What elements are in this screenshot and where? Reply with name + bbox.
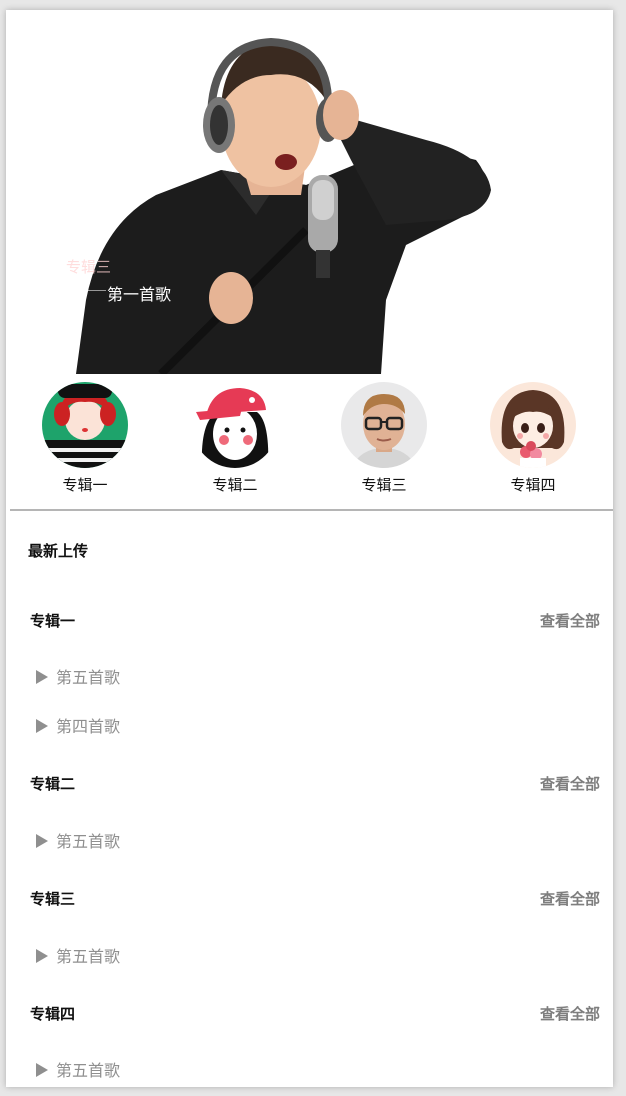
section-divider: [10, 509, 613, 511]
play-icon: [36, 1063, 48, 1077]
cartoon-girl-red-cap-avatar: [192, 382, 278, 468]
album-section-header: 专辑二 查看全部: [6, 773, 613, 803]
album-name: 专辑二: [212, 476, 258, 494]
view-all-link[interactable]: 查看全部: [540, 888, 600, 909]
album-section-header: 专辑一 查看全部: [6, 610, 613, 640]
play-icon: [36, 834, 48, 848]
song-item[interactable]: 第五首歌: [36, 943, 120, 967]
man-with-glasses-avatar: [341, 382, 427, 468]
section-title: 专辑二: [30, 775, 76, 793]
song-item[interactable]: 第四首歌: [36, 713, 120, 737]
banner-previous-caption: 专辑三: [66, 258, 112, 276]
album-section-header: 专辑三 查看全部: [6, 888, 613, 918]
album-name: 专辑一: [62, 476, 108, 494]
play-icon: [36, 719, 48, 733]
album-item-1[interactable]: 专辑一: [25, 382, 145, 495]
song-title: 第五首歌: [56, 947, 121, 966]
view-all-link[interactable]: 查看全部: [540, 610, 600, 631]
play-icon: [36, 670, 48, 684]
album-item-2[interactable]: 专辑二: [175, 382, 295, 495]
latest-upload-heading: 最新上传: [28, 542, 89, 560]
song-item[interactable]: 第五首歌: [36, 1057, 120, 1081]
song-title: 第五首歌: [56, 832, 121, 851]
album-name: 专辑三: [361, 476, 407, 494]
banner-current-caption: 第一首歌: [107, 285, 172, 304]
section-title: 专辑四: [30, 1005, 76, 1023]
banner-carousel[interactable]: 专辑三 第一首歌: [6, 10, 613, 374]
song-item[interactable]: 第五首歌: [36, 664, 120, 688]
album-item-4[interactable]: 专辑四: [473, 382, 593, 495]
cartoon-girl-green-avatar: [42, 382, 128, 468]
view-all-link[interactable]: 查看全部: [540, 1003, 600, 1024]
banner-caption-line: [66, 290, 106, 291]
app-frame: 专辑三 第一首歌 专辑一 专辑二 专辑三 专辑四 最新上传 专辑一 查看全部 第…: [6, 10, 613, 1087]
cartoon-girl-flowers-avatar: [490, 382, 576, 468]
section-title: 专辑一: [30, 612, 76, 630]
album-item-3[interactable]: 专辑三: [324, 382, 444, 495]
singer-photo: [76, 37, 491, 374]
song-title: 第四首歌: [56, 717, 121, 736]
view-all-link[interactable]: 查看全部: [540, 773, 600, 794]
album-row: 专辑一 专辑二 专辑三 专辑四: [6, 382, 613, 508]
section-title: 专辑三: [30, 890, 76, 908]
song-item[interactable]: 第五首歌: [36, 828, 120, 852]
song-title: 第五首歌: [56, 1061, 121, 1080]
album-section-header: 专辑四 查看全部: [6, 1003, 613, 1033]
album-name: 专辑四: [510, 476, 556, 494]
play-icon: [36, 949, 48, 963]
song-title: 第五首歌: [56, 668, 121, 687]
